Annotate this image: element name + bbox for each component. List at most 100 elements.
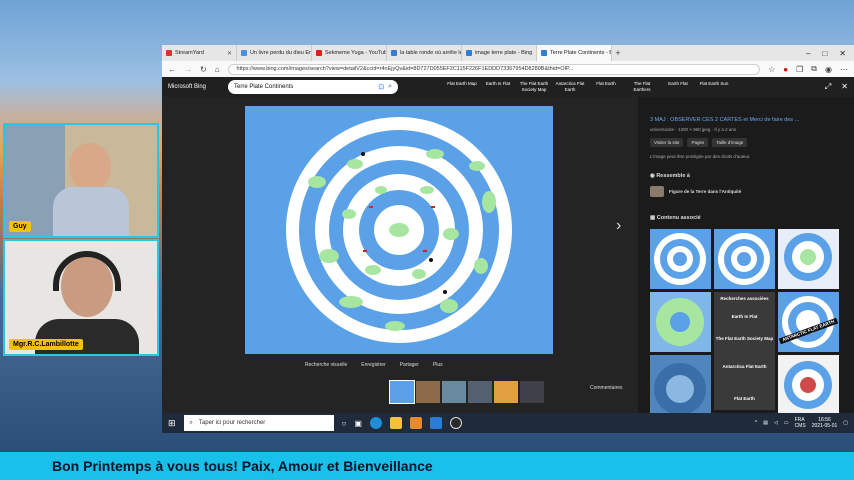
similar-item[interactable]: Figure de la Terre dans l'Antiquité	[650, 186, 741, 197]
related-content-label: Contenu associé	[656, 215, 701, 221]
related-search-chip[interactable]: Antarctica Flat Earth	[554, 81, 586, 93]
related-search-chip[interactable]: Earth Flat	[662, 81, 694, 93]
store-icon[interactable]	[409, 417, 422, 429]
tray-chevron-icon[interactable]: ^	[755, 420, 757, 426]
related-map-thumb	[654, 233, 706, 285]
browser-tab[interactable]: Terre Plate Continents - Bing✕	[537, 45, 612, 61]
image-size-button[interactable]: Taille d'image	[712, 138, 748, 147]
related-image[interactable]: ANTARCTIC FLAT EARTH	[778, 292, 839, 352]
file-explorer-icon[interactable]	[389, 417, 402, 429]
result-title[interactable]: 3 MAJ : OBSERVER CES 2 CARTES et Merci d…	[650, 117, 799, 123]
battery-icon[interactable]: ▭	[784, 420, 789, 426]
bing-header: Microsoft Bing Terre Plate Continents ⊡ …	[162, 77, 854, 97]
related-search-earth-is-flat[interactable]: Earth Is Flat	[714, 314, 775, 320]
browser-window: StreamYard✕Un livre perdu du dieu Enki✕S…	[162, 45, 854, 413]
cortana-icon[interactable]: ○	[342, 419, 347, 428]
browser-tab[interactable]: Un livre perdu du dieu Enki✕	[237, 45, 312, 61]
home-icon[interactable]: ⌂	[215, 65, 220, 74]
save-action[interactable]: Enregistrer	[361, 362, 385, 368]
related-search-chip[interactable]: Flat Earth Map	[446, 81, 478, 93]
language-indicator[interactable]: FRA CMS	[795, 417, 806, 429]
related-search-chip[interactable]: The Flat Earthers	[626, 81, 658, 93]
back-icon[interactable]: ←	[168, 65, 176, 74]
maximize-icon[interactable]: □	[822, 49, 827, 58]
minimize-icon[interactable]: –	[806, 49, 810, 58]
related-image[interactable]	[778, 229, 839, 289]
extensions-icon[interactable]: ⧉	[811, 64, 817, 74]
refresh-icon[interactable]: ↻	[200, 65, 207, 74]
windows-taskbar: ⊞ ⌕ Taper ici pour rechercher ○ ▣ ^ ▤ ◁ …	[162, 413, 854, 433]
filmstrip-thumb[interactable]	[389, 380, 415, 404]
visit-site-button[interactable]: Visiter la site	[650, 138, 684, 147]
search-box[interactable]: Terre Plate Continents ⊡ ⌕	[228, 80, 398, 94]
pages-button[interactable]: Pages	[687, 138, 709, 147]
new-tab-button[interactable]: +	[612, 48, 624, 58]
next-image-chevron-icon[interactable]: ›	[616, 217, 621, 235]
comments-link[interactable]: Commentaires	[590, 385, 623, 391]
mail-icon[interactable]	[429, 417, 442, 429]
url-field[interactable]: https://www.bing.com/images/search?view=…	[227, 63, 761, 75]
related-search-antarctica[interactable]: Antarctica Flat Earth	[714, 364, 775, 370]
windows-start-icon[interactable]: ⊞	[168, 418, 176, 429]
visual-search-action[interactable]: Recherche visuelle	[305, 362, 347, 368]
menu-icon[interactable]: ⋯	[840, 65, 848, 74]
related-search-society-map[interactable]: The Flat Earth Society Map	[714, 336, 775, 342]
filmstrip-thumb[interactable]	[442, 381, 466, 403]
filmstrip-thumb[interactable]	[468, 381, 492, 403]
browser-tab[interactable]: StreamYard ✕	[162, 45, 237, 61]
flat-earth-map-image[interactable]	[245, 106, 553, 354]
volume-icon[interactable]: ◁	[774, 420, 778, 426]
headset-icon	[53, 251, 121, 291]
dell-icon[interactable]	[449, 417, 462, 429]
close-icon[interactable]: ✕	[841, 82, 848, 92]
more-action[interactable]: Plus	[433, 362, 443, 368]
tab-favicon-icon	[166, 50, 172, 56]
edge-icon[interactable]	[369, 417, 382, 429]
related-image[interactable]	[650, 355, 711, 413]
browser-tab[interactable]: Sekmeme Yuga - YouTube✕	[312, 45, 387, 61]
browser-tab[interactable]: la table ronde où arrête le✕	[387, 45, 462, 61]
close-window-icon[interactable]: ✕	[839, 49, 846, 58]
task-view-icon[interactable]: ▣	[354, 419, 362, 428]
tab-label: image terre plate - Bing	[475, 50, 533, 56]
clock[interactable]: 16:56 2021-05-01	[812, 417, 838, 429]
related-map-thumb	[654, 363, 706, 413]
stop-icon[interactable]: ●	[783, 65, 788, 74]
related-image[interactable]	[714, 229, 775, 289]
related-searches-label: Recherches associées	[720, 296, 769, 301]
filmstrip-thumb[interactable]	[520, 381, 544, 403]
collections-icon[interactable]: ❒	[796, 65, 803, 74]
related-search-flat-earth[interactable]: Flat Earth	[714, 396, 775, 402]
forward-icon[interactable]: →	[184, 65, 192, 74]
related-search-chip[interactable]: Flat Earth Sun	[698, 81, 730, 93]
related-search-chip[interactable]: The Flat Earth Society Map	[518, 81, 550, 93]
similar-item-thumb	[650, 186, 664, 197]
bing-logo[interactable]: Microsoft Bing	[168, 84, 220, 90]
details-panel: 3 MAJ : OBSERVER CES 2 CARTES et Merci d…	[646, 97, 854, 413]
browser-tab[interactable]: image terre plate - Bing✕	[462, 45, 537, 61]
network-icon[interactable]: ▤	[763, 420, 768, 426]
search-input[interactable]: Terre Plate Continents	[234, 84, 374, 90]
filmstrip-thumb[interactable]	[494, 381, 518, 403]
search-icon[interactable]: ⌕	[388, 83, 392, 91]
tab-close-icon[interactable]: ✕	[227, 50, 232, 57]
related-search-chip[interactable]: Flat Earth	[590, 81, 622, 93]
related-image[interactable]	[778, 355, 839, 413]
related-image[interactable]	[650, 292, 711, 352]
related-image[interactable]	[650, 229, 711, 289]
favorite-icon[interactable]: ☆	[768, 65, 775, 74]
expand-icon[interactable]: ⤢	[825, 82, 831, 92]
profile-icon[interactable]: ◉	[825, 65, 832, 74]
filmstrip-thumb[interactable]	[416, 381, 440, 403]
tab-favicon-icon	[241, 50, 247, 56]
filmstrip	[389, 380, 544, 404]
result-buttons: Visiter la site Pages Taille d'image	[650, 138, 748, 147]
related-search-chip[interactable]: Earth Is Flat	[482, 81, 514, 93]
visual-search-icon[interactable]: ⊡	[378, 83, 384, 91]
related-searches-tile[interactable]: Recherches associées Earth Is Flat The F…	[714, 292, 775, 410]
share-action[interactable]: Partager	[400, 362, 419, 368]
cam-name-tag: Guy	[9, 221, 31, 232]
notification-icon[interactable]: ▢	[843, 420, 848, 426]
related-map-thumb	[656, 298, 704, 346]
taskbar-search[interactable]: ⌕ Taper ici pour rechercher	[183, 415, 334, 431]
